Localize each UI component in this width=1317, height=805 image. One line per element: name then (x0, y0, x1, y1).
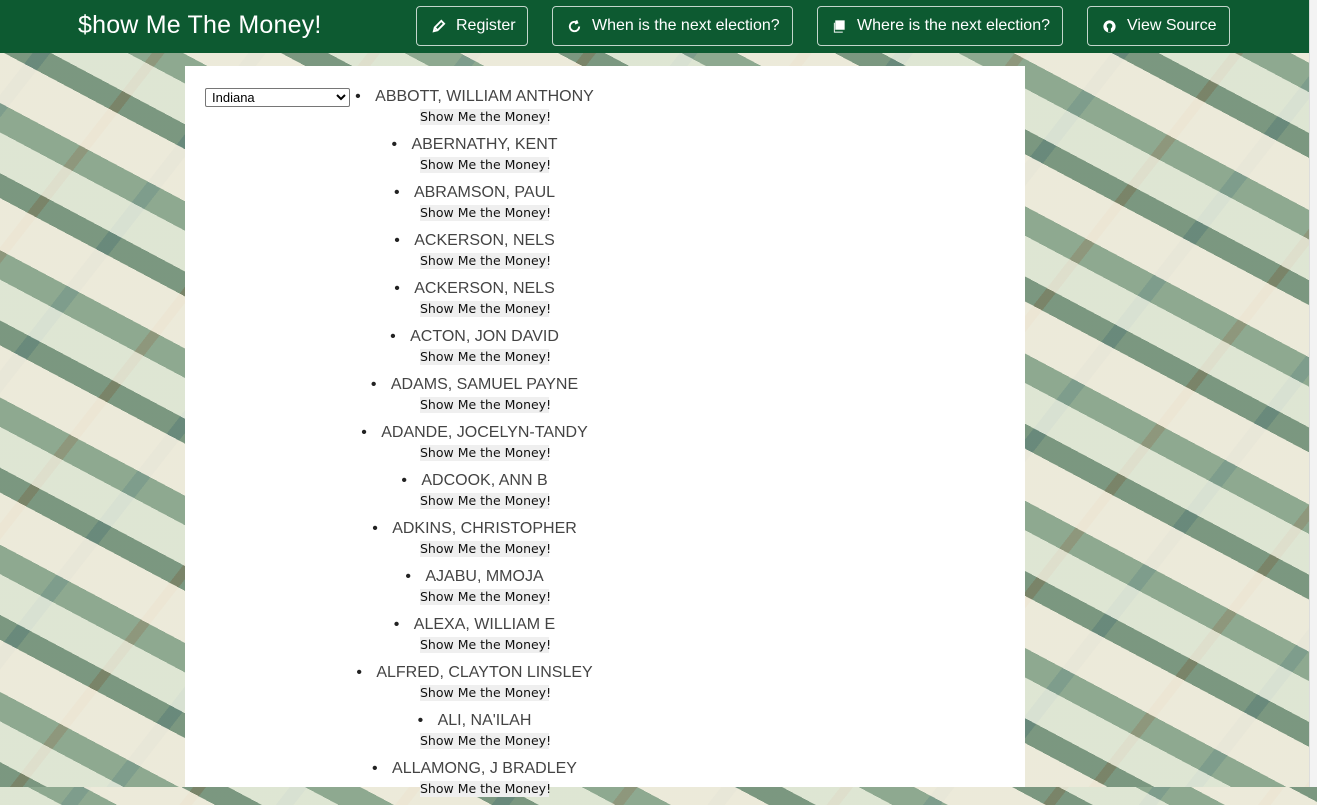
candidate-name: AJABU, MMOJA (405, 565, 543, 589)
page-scrollbar[interactable] (1309, 0, 1317, 787)
register-button-label: Register (456, 17, 516, 34)
show-me-the-money-button[interactable]: Show Me the Money! (420, 637, 551, 653)
candidate-name: ABRAMSON, PAUL (394, 181, 555, 205)
view-source-button[interactable]: View Source (1087, 6, 1230, 46)
candidate-list: ABBOTT, WILLIAM ANTHONY Show Me the Mone… (355, 85, 594, 805)
list-item: ADKINS, CHRISTOPHER Show Me the Money! (372, 517, 594, 565)
view-source-button-label: View Source (1127, 17, 1217, 34)
list-item: ADAMS, SAMUEL PAYNE Show Me the Money! (371, 373, 594, 421)
show-me-the-money-button[interactable]: Show Me the Money! (420, 493, 551, 509)
candidate-name: ALI, NA'ILAH (418, 709, 532, 733)
candidate-name: ALEXA, WILLIAM E (394, 613, 555, 637)
list-item: ALLAMONG, J BRADLEY Show Me the Money! (372, 757, 594, 805)
refresh-icon (566, 18, 582, 34)
site-title[interactable]: $how Me The Money! (78, 11, 322, 40)
state-select[interactable]: Indiana (205, 88, 350, 107)
show-me-the-money-button[interactable]: Show Me the Money! (420, 541, 551, 557)
show-me-the-money-button[interactable]: Show Me the Money! (420, 157, 551, 173)
candidate-name: ALLAMONG, J BRADLEY (372, 757, 577, 781)
pencil-icon (430, 18, 446, 34)
register-button[interactable]: Register (416, 6, 528, 46)
election-date-button-label: When is the next election? (592, 17, 780, 34)
show-me-the-money-button[interactable]: Show Me the Money! (420, 349, 551, 365)
election-location-button[interactable]: Where is the next election? (817, 6, 1063, 46)
candidate-name: ABERNATHY, KENT (391, 133, 557, 157)
show-me-the-money-button[interactable]: Show Me the Money! (420, 253, 551, 269)
show-me-the-money-button[interactable]: Show Me the Money! (420, 685, 551, 701)
list-item: ADCOOK, ANN B Show Me the Money! (375, 469, 594, 517)
list-item: ABRAMSON, PAUL Show Me the Money! (375, 181, 594, 229)
candidate-name: ALFRED, CLAYTON LINSLEY (356, 661, 592, 685)
list-item: ACKERSON, NELS Show Me the Money! (375, 277, 594, 325)
list-item: ABBOTT, WILLIAM ANTHONY Show Me the Mone… (355, 85, 594, 133)
book-icon (831, 18, 847, 34)
show-me-the-money-button[interactable]: Show Me the Money! (420, 301, 551, 317)
show-me-the-money-button[interactable]: Show Me the Money! (420, 589, 551, 605)
list-item: ABERNATHY, KENT Show Me the Money! (375, 133, 594, 181)
list-item: ALI, NA'ILAH Show Me the Money! (375, 709, 594, 757)
election-location-button-label: Where is the next election? (857, 17, 1050, 34)
candidate-name: ABBOTT, WILLIAM ANTHONY (355, 85, 594, 109)
list-item: ALEXA, WILLIAM E Show Me the Money! (375, 613, 594, 661)
show-me-the-money-button[interactable]: Show Me the Money! (420, 733, 551, 749)
candidate-name: ADAMS, SAMUEL PAYNE (371, 373, 578, 397)
list-item: ACKERSON, NELS Show Me the Money! (375, 229, 594, 277)
list-item: ADANDE, JOCELYN-TANDY Show Me the Money! (361, 421, 594, 469)
top-navbar: $how Me The Money! Register When is the … (0, 0, 1309, 53)
candidate-name: ACKERSON, NELS (394, 229, 555, 253)
candidate-name: ACTON, JON DAVID (390, 325, 559, 349)
show-me-the-money-button[interactable]: Show Me the Money! (420, 109, 551, 125)
main-panel: Indiana ABBOTT, WILLIAM ANTHONY Show Me … (185, 66, 1025, 797)
election-date-button[interactable]: When is the next election? (552, 6, 793, 46)
show-me-the-money-button[interactable]: Show Me the Money! (420, 397, 551, 413)
candidate-name: ACKERSON, NELS (394, 277, 555, 301)
list-item: ACTON, JON DAVID Show Me the Money! (375, 325, 594, 373)
candidate-name: ADKINS, CHRISTOPHER (372, 517, 577, 541)
github-icon (1101, 18, 1117, 34)
candidate-name: ADANDE, JOCELYN-TANDY (361, 421, 588, 445)
show-me-the-money-button[interactable]: Show Me the Money! (420, 205, 551, 221)
list-item: ALFRED, CLAYTON LINSLEY Show Me the Mone… (356, 661, 594, 709)
show-me-the-money-button[interactable]: Show Me the Money! (420, 445, 551, 461)
list-item: AJABU, MMOJA Show Me the Money! (375, 565, 594, 613)
show-me-the-money-button[interactable]: Show Me the Money! (420, 781, 551, 797)
candidate-name: ADCOOK, ANN B (401, 469, 547, 493)
